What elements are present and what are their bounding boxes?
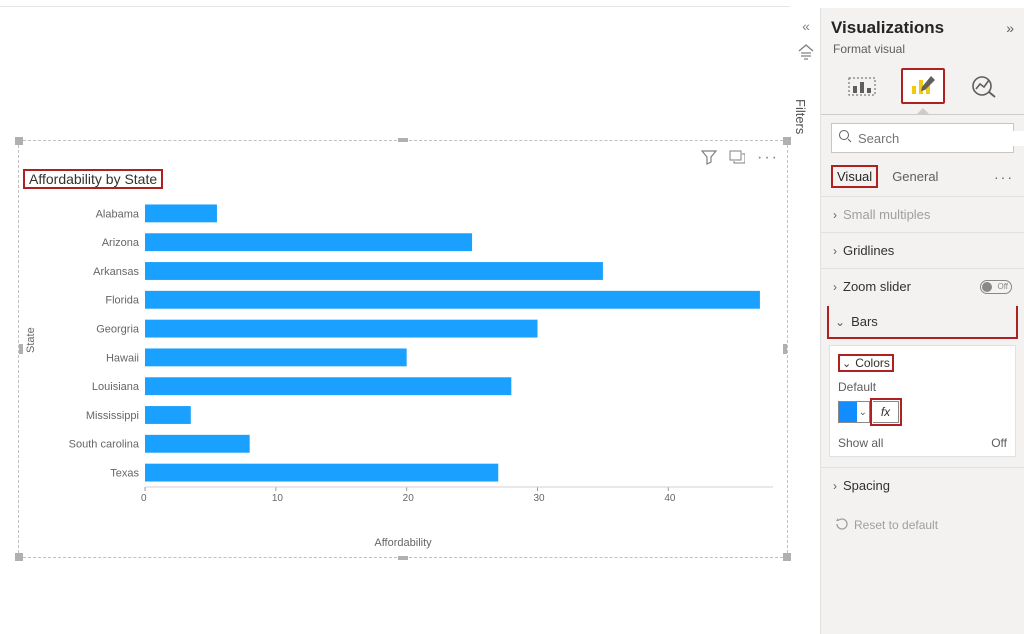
build-visual-icon[interactable] bbox=[840, 68, 884, 104]
default-color-picker[interactable]: ⌄ bbox=[838, 401, 870, 423]
bar[interactable] bbox=[145, 262, 603, 280]
tab-visual[interactable]: Visual bbox=[831, 165, 878, 188]
filters-funnel-icon[interactable] bbox=[793, 44, 819, 65]
bar[interactable] bbox=[145, 348, 407, 366]
section-label: Zoom slider bbox=[843, 279, 974, 294]
chevron-down-icon: ⌄ bbox=[835, 315, 845, 329]
bar[interactable] bbox=[145, 204, 217, 222]
section-label: Spacing bbox=[843, 478, 1012, 493]
svg-text:Hawaii: Hawaii bbox=[106, 352, 139, 364]
focus-mode-icon[interactable] bbox=[729, 149, 745, 170]
x-tick-label: 40 bbox=[664, 493, 675, 504]
bar[interactable] bbox=[145, 233, 472, 251]
section-small-multiples[interactable]: › Small multiples bbox=[821, 196, 1024, 232]
chevron-right-icon: › bbox=[833, 244, 837, 258]
subgroup-colors: ⌄ Colors Default ⌄ fx Show all Off bbox=[829, 345, 1016, 457]
show-all-label: Show all bbox=[838, 436, 991, 450]
section-label: Colors bbox=[855, 356, 890, 370]
filters-pane-label[interactable]: Filters bbox=[793, 99, 808, 134]
bar[interactable] bbox=[145, 435, 250, 453]
section-spacing[interactable]: › Spacing bbox=[821, 467, 1024, 503]
chart-plot-area: State Alabama Arizona Arkansas Florida Georg… bbox=[19, 193, 785, 523]
reset-label: Reset to default bbox=[854, 518, 938, 532]
svg-text:South carolina: South carolina bbox=[69, 439, 140, 451]
analytics-icon[interactable] bbox=[962, 68, 1006, 104]
x-tick-label: 30 bbox=[534, 493, 545, 504]
format-visual-icon[interactable] bbox=[901, 68, 945, 104]
svg-text:Mississippi: Mississippi bbox=[86, 410, 139, 422]
format-visual-label: Format visual bbox=[821, 42, 1024, 62]
bar[interactable] bbox=[145, 406, 191, 424]
bar-chart: Alabama Arizona Arkansas Florida Georgria Haw… bbox=[49, 193, 783, 523]
default-color-label: Default bbox=[838, 380, 1007, 394]
panel-title: Visualizations bbox=[831, 18, 1006, 38]
x-axis-label: Affordability bbox=[374, 537, 431, 549]
bar[interactable] bbox=[145, 464, 498, 482]
resize-handle[interactable] bbox=[398, 138, 408, 142]
svg-text:Georgria: Georgria bbox=[96, 324, 140, 336]
x-tick-label: 0 bbox=[141, 493, 147, 504]
x-tick-label: 20 bbox=[403, 493, 414, 504]
color-swatch bbox=[839, 402, 857, 422]
more-options-icon[interactable]: ··· bbox=[757, 149, 779, 170]
section-label: Bars bbox=[851, 314, 1010, 329]
toggle-show-all[interactable]: Off bbox=[991, 436, 1007, 450]
chevron-right-icon: › bbox=[833, 280, 837, 294]
tab-general[interactable]: General bbox=[888, 167, 942, 186]
chart-title: Affordability by State bbox=[23, 169, 163, 189]
svg-text:Arizona: Arizona bbox=[102, 237, 140, 249]
svg-text:Arkansas: Arkansas bbox=[93, 266, 139, 278]
section-label: Gridlines bbox=[843, 243, 1012, 258]
chart-visual-card[interactable]: ··· Affordability by State State Alabama… bbox=[18, 140, 788, 558]
visualizations-panel: Visualizations » Format visual Visual Ge… bbox=[820, 8, 1024, 634]
toggle-zoom-slider[interactable]: Off bbox=[980, 280, 1012, 294]
resize-handle[interactable] bbox=[15, 553, 23, 561]
resize-handle[interactable] bbox=[398, 556, 408, 560]
resize-handle[interactable] bbox=[783, 137, 791, 145]
bar[interactable] bbox=[145, 320, 538, 338]
search-input[interactable] bbox=[831, 123, 1014, 153]
svg-text:Florida: Florida bbox=[105, 295, 140, 307]
section-label: Small multiples bbox=[843, 207, 1012, 222]
filter-icon[interactable] bbox=[701, 149, 717, 170]
chevron-down-icon: ⌄ bbox=[857, 407, 869, 418]
resize-handle[interactable] bbox=[783, 553, 791, 561]
reset-icon bbox=[835, 517, 848, 533]
collapse-filters-icon[interactable]: « bbox=[793, 18, 819, 34]
chevron-right-icon: › bbox=[833, 479, 837, 493]
svg-text:Alabama: Alabama bbox=[96, 208, 140, 220]
conditional-formatting-fx-button[interactable]: fx bbox=[873, 401, 899, 423]
section-gridlines[interactable]: › Gridlines bbox=[821, 232, 1024, 268]
search-field[interactable] bbox=[852, 131, 1024, 146]
x-tick-label: 10 bbox=[272, 493, 283, 504]
chevron-right-icon: › bbox=[833, 208, 837, 222]
chevron-down-icon: ⌄ bbox=[842, 357, 851, 370]
svg-text:Texas: Texas bbox=[110, 468, 139, 480]
bar[interactable] bbox=[145, 377, 511, 395]
more-tabs-icon[interactable]: ··· bbox=[994, 169, 1014, 185]
section-bars[interactable]: ⌄ Bars bbox=[827, 306, 1018, 339]
resize-handle[interactable] bbox=[15, 137, 23, 145]
colors-header[interactable]: ⌄ Colors bbox=[838, 354, 894, 372]
svg-text:Louisiana: Louisiana bbox=[92, 381, 140, 393]
y-axis-label: State bbox=[25, 327, 37, 353]
search-icon bbox=[838, 129, 852, 148]
section-zoom-slider[interactable]: › Zoom slider Off bbox=[821, 268, 1024, 304]
bar[interactable] bbox=[145, 291, 760, 309]
reset-to-default[interactable]: Reset to default bbox=[821, 503, 1024, 547]
expand-panel-icon[interactable]: » bbox=[1006, 20, 1014, 36]
